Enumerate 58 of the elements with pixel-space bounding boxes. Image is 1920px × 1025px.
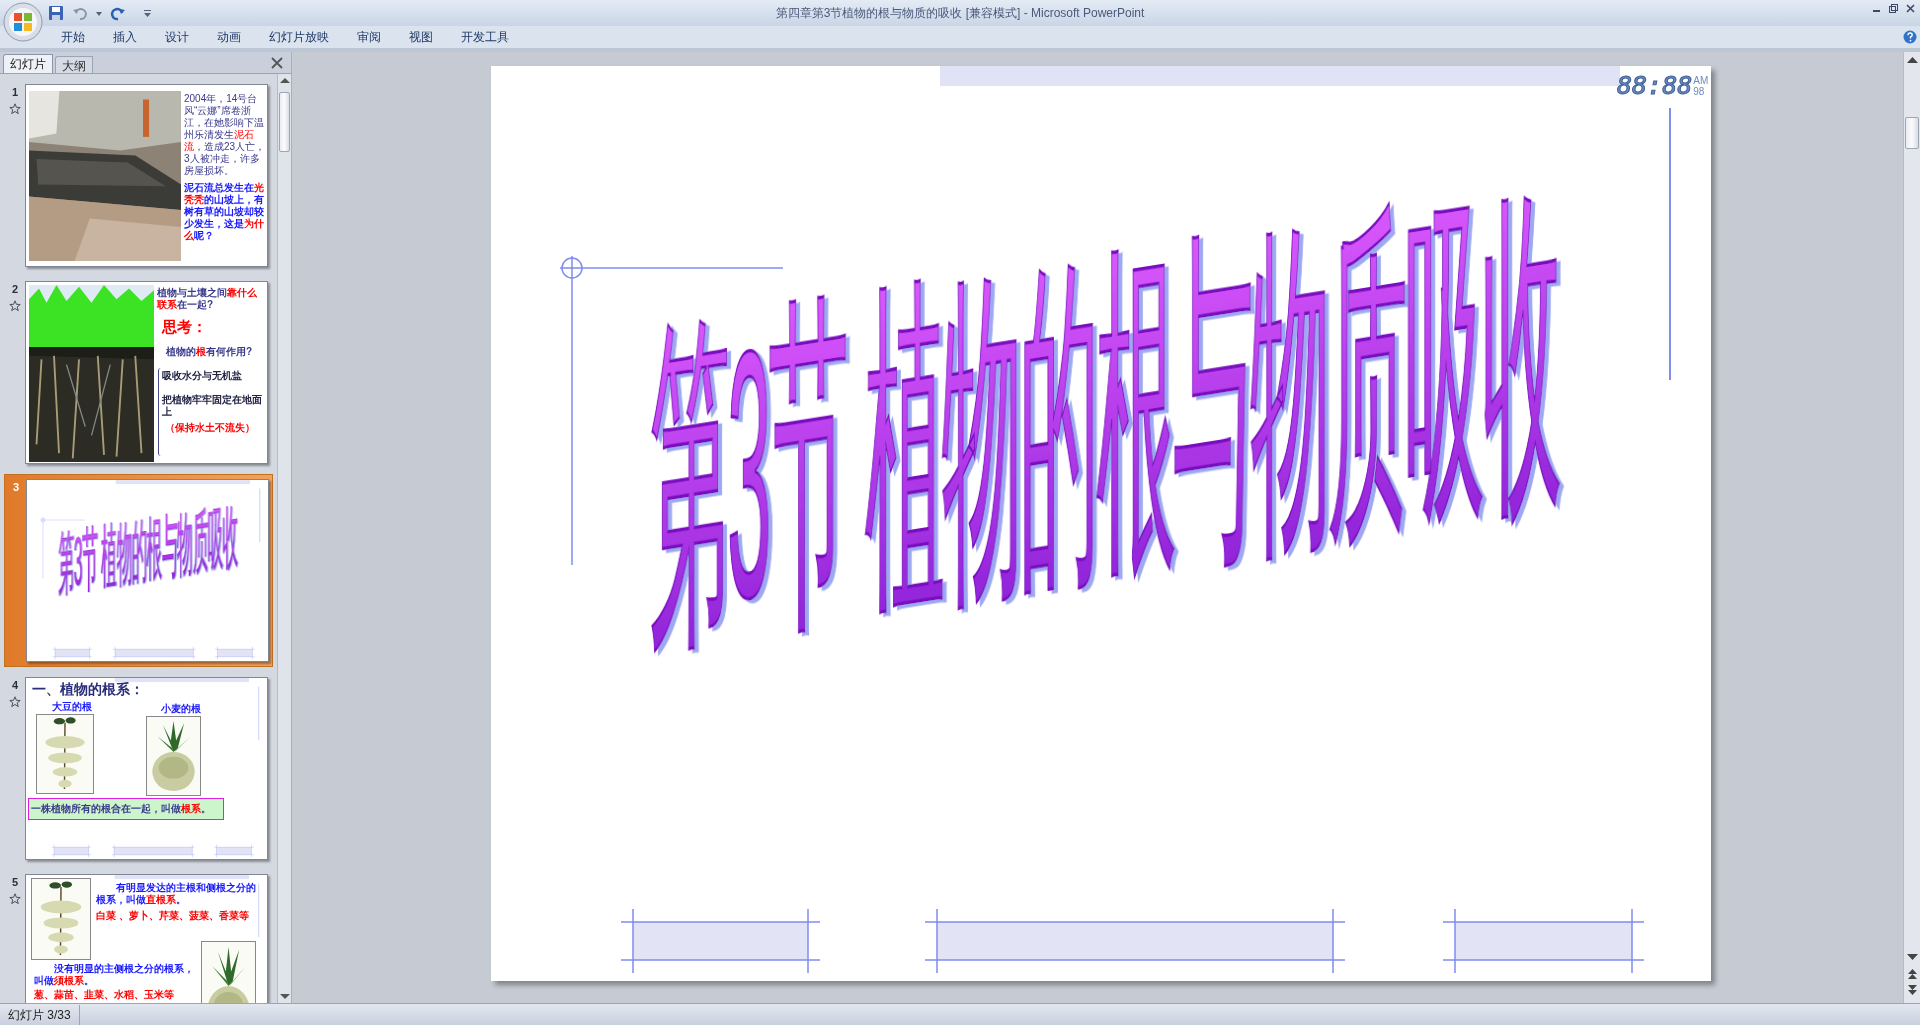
slide-thumbnail[interactable]: 第3节 植物的根与物质吸收 <box>26 479 269 662</box>
close-icon[interactable] <box>1905 3 1916 14</box>
close-icon[interactable] <box>270 56 284 70</box>
slide-number: 5 <box>11 875 19 890</box>
pattern-frame <box>214 646 255 660</box>
slide-indicator: 幻灯片 3/33 <box>0 1004 80 1025</box>
crosshair-drawing <box>40 517 46 579</box>
clock-label: 98 <box>1693 86 1706 97</box>
ribbon-tab[interactable]: 开始 <box>47 27 99 47</box>
slide-thumbnail[interactable]: 有明显发达的主根和侧根之分的根系，叫做直根系。 白菜 、萝卜、芹菜、菠菜、香菜等 没有明显的主侧根之分的根系，叫做须根系。 葱、蒜苗、韭菜、水稻、玉米等 <box>25 874 268 1003</box>
panel-tab[interactable]: 大纲 <box>55 56 93 73</box>
definition-text: 有明显发达的主根和侧根之分的根系，叫做直根系。 <box>96 882 257 906</box>
ribbon-tab[interactable]: 审阅 <box>343 27 395 47</box>
slide-heading: 一、植物的根系： <box>32 680 144 699</box>
summary-text: 一株植物所有的根合在一起，叫做根系。 <box>28 798 224 820</box>
ribbon-tab[interactable]: 幻灯片放映 <box>255 27 343 47</box>
caption: 小麦的根 <box>161 702 201 716</box>
slide-number: 2 <box>11 282 19 297</box>
paragraph: 2004年，14号台风“云娜”席卷浙江，在她影响下温州乐清发生泥石流，造成23人亡，3人被冲走，许多房屋损坏。 <box>184 93 266 177</box>
scrollbar-thumb[interactable] <box>1905 117 1919 149</box>
pattern-frame <box>51 844 92 858</box>
slide-number: 3 <box>12 480 20 495</box>
question-text: 植物与土壤之间靠什么联系在一起? <box>157 287 258 311</box>
heading: 思考： <box>162 317 207 337</box>
slide-thumbnail[interactable]: 2004年，14号台风“云娜”席卷浙江，在她影响下温州乐清发生泥石流，造成23人亡，3人被冲走，许多房屋损坏。 泥石流总发生在光秃秃的山坡上，有树有草的山坡却较少发生，这是为什么呢？ <box>25 84 268 267</box>
paragraph: 泥石流总发生在光秃秃的山坡上，有树有草的山坡却较少发生，这是为什么呢？ <box>184 182 265 242</box>
bullet-text: 吸收水分与无机盐 <box>162 370 243 382</box>
ribbon-tab[interactable]: 视图 <box>395 27 447 47</box>
scrollbar-thumb[interactable] <box>279 92 290 152</box>
ribbon-tab[interactable]: 开发工具 <box>447 27 523 47</box>
examples-text: 葱、蒜苗、韭菜、水稻、玉米等 <box>34 989 175 1001</box>
clock-digits: 88:88 <box>1617 70 1693 102</box>
slide-thumbnail[interactable]: 一、植物的根系： 大豆的根 小麦的根 一株植物所有的根合在一起，叫做根系。 <box>25 677 268 860</box>
dropdown-icon[interactable] <box>96 10 102 16</box>
note-text: （保持水土不流失） <box>164 422 256 434</box>
help-icon[interactable] <box>1903 30 1917 44</box>
slide-number: 4 <box>11 678 19 693</box>
pattern-frame <box>52 646 93 660</box>
wordart-title: 第3节 植物的根与物质吸收 <box>58 497 239 603</box>
customize-icon[interactable] <box>144 9 151 17</box>
examples-text: 白菜 、萝卜、芹菜、菠菜、香菜等 <box>96 910 250 922</box>
restore-icon[interactable] <box>1888 3 1899 14</box>
ribbon-tab[interactable]: 插入 <box>99 27 151 47</box>
clock-label: AM <box>1693 75 1709 86</box>
question-text: 植物的根有何作用? <box>166 345 253 359</box>
slide-thumbnail[interactable]: 植物与土壤之间靠什么联系在一起? 思考： 植物的根有何作用? 吸收水分与无机盐 把植物牢牢固定在地面上 （保持水土不流失） <box>25 281 268 464</box>
wordart-title: 第3节 植物的根与物质吸收 <box>650 149 1562 686</box>
ribbon-tab[interactable]: 动画 <box>203 27 255 47</box>
redo-icon[interactable] <box>110 5 126 21</box>
bullet-text: 把植物牢牢固定在地面上 <box>162 394 263 418</box>
slide-number: 1 <box>11 85 19 100</box>
ribbon-tab[interactable]: 设计 <box>151 27 203 47</box>
definition-text: 没有明显的主侧根之分的根系，叫做须根系。 <box>34 963 195 987</box>
save-icon[interactable] <box>48 5 64 21</box>
panel-tab[interactable]: 幻灯片 <box>3 54 53 73</box>
window-title: 第四章第3节植物的根与物质的吸收 [兼容模式] - Microsoft PowerPoint <box>775 5 1145 22</box>
pattern-frame <box>213 844 254 858</box>
caption: 大豆的根 <box>52 700 92 714</box>
